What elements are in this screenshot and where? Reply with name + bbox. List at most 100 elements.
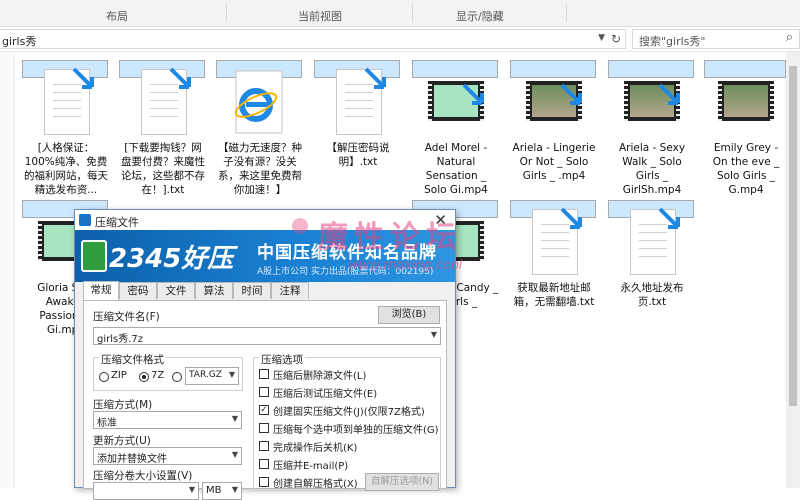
options-group-label: 压缩选项: [259, 352, 305, 367]
radio-7z[interactable]: [139, 372, 149, 382]
chevron-down-icon[interactable]: ▼: [431, 330, 437, 339]
file-name: [人格保证：100%纯净、免费的福利网站，每天精选发布资...: [24, 142, 108, 196]
checkbox-sfx[interactable]: [259, 477, 269, 487]
checkbox-delete-source[interactable]: [259, 369, 269, 379]
file-item[interactable]: 【解压密码说明】.txt: [314, 60, 400, 168]
split-label: 压缩分卷大小设置(V): [93, 470, 193, 482]
file-item[interactable]: Adel Morel - Natural Sensation _ Solo Gi…: [412, 60, 498, 196]
split-unit-select[interactable]: MB ▼: [202, 482, 242, 500]
file-item[interactable]: 【磁力无速度？种子没有源？没关系，来这里免费帮你加速！】: [216, 60, 302, 196]
shortcut-arrow-icon: [658, 83, 680, 105]
file-name: Ariela - Lingerie Or Not _ Solo Girls _ …: [512, 142, 596, 182]
file-item[interactable]: [下载要掏钱？网盘要付费？来魔性论坛，这些都不存在！].txt: [119, 60, 205, 196]
archive-logo-icon: [81, 240, 107, 272]
chevron-down-icon[interactable]: ▼: [229, 370, 235, 379]
checkbox-email[interactable]: [259, 459, 269, 469]
file-name: 永久地址发布页.txt: [620, 282, 684, 308]
method-select[interactable]: 标准 ▼: [93, 411, 242, 429]
tab-comment[interactable]: 注释: [271, 282, 309, 299]
chevron-down-icon[interactable]: ▼: [189, 485, 195, 494]
refresh-icon[interactable]: ↻: [611, 32, 621, 46]
video-file-icon: [428, 67, 484, 139]
file-item[interactable]: 永久地址发布页.txt: [608, 200, 694, 308]
scrollbar-thumb[interactable]: [789, 66, 797, 406]
tab-password[interactable]: 密码: [119, 282, 157, 299]
shortcut-arrow-icon: [169, 67, 191, 89]
app-icon: [79, 214, 91, 226]
ribbon-tab-current-view[interactable]: 当前视图: [298, 8, 342, 24]
shortcut-arrow-icon: [462, 83, 484, 105]
vertical-scrollbar[interactable]: [786, 52, 800, 488]
chevron-down-icon[interactable]: ▼: [232, 414, 238, 423]
browse-button[interactable]: 浏览(B): [378, 306, 440, 324]
search-placeholder: 搜索"girls秀": [639, 35, 706, 48]
targz-label: TAR.GZ: [189, 370, 222, 380]
internet-explorer-icon: [232, 67, 288, 139]
general-panel: 压缩文件名(F) 浏览(B) girls秀.7z ▼ 压缩文件格式 ZIP 7Z…: [83, 300, 447, 500]
tab-algorithm[interactable]: 算法: [195, 282, 233, 299]
option-label: 完成操作后关机(K): [273, 443, 358, 454]
file-name: 获取最新地址邮箱，无需翻墙.txt: [513, 282, 595, 308]
tab-general[interactable]: 常规: [83, 281, 119, 300]
address-row: girls秀 ▼ ↻ 搜索"girls秀" ⌕: [0, 27, 800, 52]
radio-zip-label: ZIP: [111, 370, 127, 381]
archive-name-value: girls秀.7z: [97, 334, 144, 345]
ribbon: 布局 当前视图 显示/隐藏: [0, 0, 800, 27]
checkmark-icon: ✓: [260, 405, 268, 415]
search-box[interactable]: 搜索"girls秀" ⌕: [632, 29, 800, 49]
file-item[interactable]: Emily Grey - On the eve _ Solo Girls _ G…: [704, 60, 786, 196]
file-item[interactable]: Ariela - Lingerie Or Not _ Solo Girls _ …: [510, 60, 596, 182]
sfx-options-button[interactable]: 自解压选项(N): [365, 473, 439, 491]
search-icon[interactable]: ⌕: [786, 30, 793, 45]
shortcut-arrow-icon: [560, 207, 582, 229]
ribbon-tab-show-hide[interactable]: 显示/隐藏: [456, 8, 504, 24]
document-icon: [38, 67, 94, 139]
chevron-down-icon[interactable]: ▼: [232, 450, 238, 459]
tab-files[interactable]: 文件: [157, 282, 195, 299]
tab-time[interactable]: 时间: [233, 282, 271, 299]
file-item[interactable]: 获取最新地址邮箱，无需翻墙.txt: [510, 200, 596, 308]
chevron-down-icon[interactable]: ▼: [232, 485, 238, 494]
brand-name: 2345好压: [109, 244, 234, 274]
option-label: 创建固实压缩文件(J)(仅限7Z格式): [273, 407, 425, 418]
format-group-label: 压缩文件格式: [99, 352, 166, 367]
dialog-title: 压缩文件: [95, 216, 139, 229]
video-thumbnail-icon: [718, 67, 774, 139]
radio-7z-label: 7Z: [151, 370, 165, 381]
ribbon-separator: [226, 4, 227, 22]
file-name: Emily Grey - On the eve _ Solo Girls _ G…: [712, 142, 780, 196]
targz-select[interactable]: TAR.GZ ▼: [185, 367, 239, 385]
ribbon-separator: [412, 4, 413, 22]
method-label: 压缩方式(M): [93, 399, 153, 411]
archive-name-combo[interactable]: girls秀.7z ▼: [93, 327, 441, 345]
shortcut-arrow-icon: [72, 67, 94, 89]
method-value: 标准: [97, 418, 117, 429]
video-thumbnail-icon: [624, 67, 680, 139]
radio-zip[interactable]: [99, 372, 109, 382]
checkbox-separate-archives[interactable]: [259, 423, 269, 433]
document-icon: [526, 207, 582, 279]
update-label: 更新方式(U): [93, 435, 151, 447]
file-name: 【解压密码说明】.txt: [326, 142, 390, 168]
ribbon-separator: [566, 4, 567, 22]
watermark-url: www.moxing.cool: [348, 258, 463, 273]
update-select[interactable]: 添加并替换文件 ▼: [93, 447, 242, 465]
checkbox-solid-archive[interactable]: ✓: [259, 405, 269, 415]
address-bar[interactable]: girls秀 ▼ ↻: [0, 29, 626, 49]
checkbox-shutdown[interactable]: [259, 441, 269, 451]
archive-name-label: 压缩文件名(F): [93, 311, 160, 323]
checkbox-test-archive[interactable]: [259, 387, 269, 397]
file-name: [下载要掏钱？网盘要付费？来魔性论坛，这些都不存在！].txt: [121, 142, 205, 196]
chevron-down-icon[interactable]: ▼: [598, 33, 605, 43]
address-path: girls秀: [2, 35, 37, 48]
document-icon: [330, 67, 386, 139]
radio-targz[interactable]: [172, 372, 182, 382]
file-item[interactable]: [人格保证：100%纯净、免费的福利网站，每天精选发布资...: [22, 60, 108, 196]
watermark-logo: [292, 218, 308, 234]
shortcut-arrow-icon: [364, 67, 386, 89]
split-size-combo[interactable]: ▼: [93, 482, 199, 500]
option-label: 压缩后测试压缩文件(E): [273, 389, 378, 400]
ribbon-tab-layout[interactable]: 布局: [106, 8, 128, 24]
file-item[interactable]: Ariela - Sexy Walk _ Solo Girls _ GirlSh…: [608, 60, 694, 196]
split-unit: MB: [206, 485, 222, 496]
